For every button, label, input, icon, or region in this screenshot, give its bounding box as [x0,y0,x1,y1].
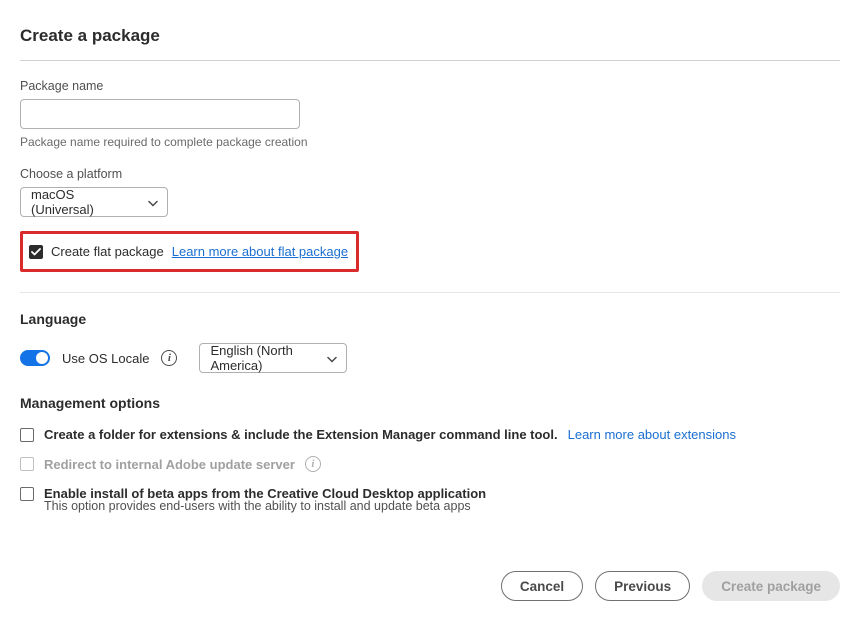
divider [20,292,840,293]
create-package-button: Create package [702,571,840,601]
platform-label: Choose a platform [20,167,840,181]
package-name-label: Package name [20,79,840,93]
cancel-button[interactable]: Cancel [501,571,583,601]
package-name-helper: Package name required to complete packag… [20,135,840,149]
redirect-update-server-checkbox [20,457,34,471]
platform-selected-value: macOS (Universal) [31,187,137,217]
management-options-heading: Management options [20,395,840,411]
redirect-update-server-label: Redirect to internal Adobe update server [44,457,295,472]
extensions-folder-label: Create a folder for extensions & include… [44,427,558,442]
flat-package-learn-more-link[interactable]: Learn more about flat package [172,244,348,259]
platform-select[interactable]: macOS (Universal) [20,187,168,217]
page-title: Create a package [20,26,840,46]
language-selected-value: English (North America) [210,343,316,373]
previous-button[interactable]: Previous [595,571,690,601]
info-icon: i [305,456,321,472]
flat-package-highlight: Create flat package Learn more about fla… [20,231,359,272]
use-os-locale-label: Use OS Locale [62,351,149,366]
enable-beta-apps-helper: This option provides end-users with the … [44,499,840,513]
divider [20,60,840,61]
extensions-folder-checkbox[interactable] [20,428,34,442]
extensions-learn-more-link[interactable]: Learn more about extensions [568,427,736,442]
language-select[interactable]: English (North America) [199,343,347,373]
enable-beta-apps-checkbox[interactable] [20,487,34,501]
footer-actions: Cancel Previous Create package [20,571,840,601]
use-os-locale-toggle[interactable] [20,350,50,366]
info-icon[interactable]: i [161,350,177,366]
flat-package-label: Create flat package [51,244,164,259]
language-heading: Language [20,311,840,327]
flat-package-checkbox[interactable] [29,245,43,259]
package-name-input[interactable] [20,99,300,129]
